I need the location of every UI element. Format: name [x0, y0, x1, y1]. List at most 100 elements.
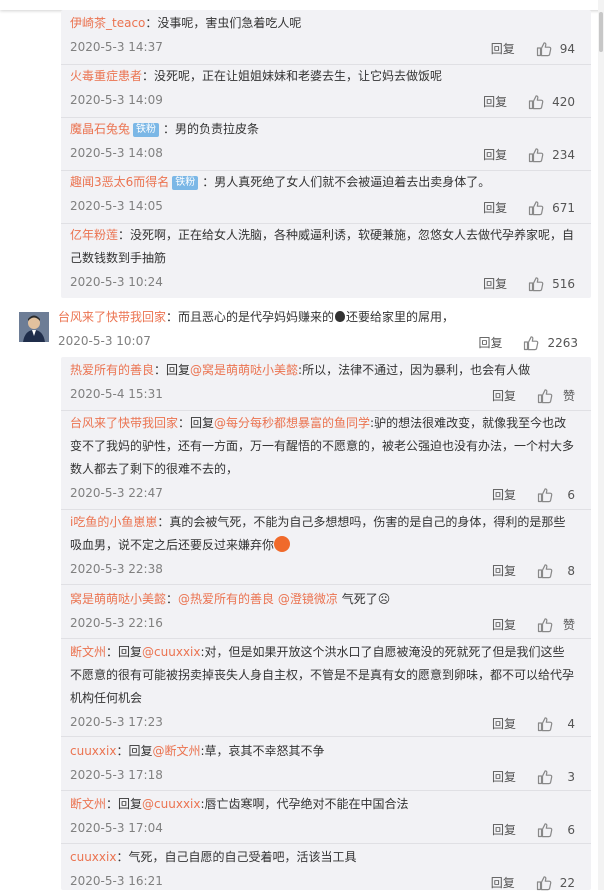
like-button[interactable]: 6 [537, 487, 575, 503]
reply-text: :唇亡齿寒啊，代孕绝对不能在中国合法 [200, 797, 409, 811]
like-count: 6 [567, 487, 575, 502]
reply-prefix: ： [166, 592, 179, 606]
like-button[interactable]: 3 [537, 769, 575, 785]
like-button[interactable]: 234 [528, 147, 575, 163]
reply-button[interactable]: 回复 [483, 199, 507, 216]
like-count: 3 [567, 769, 575, 784]
thumbs-up-icon [528, 94, 544, 110]
reply-item: 热爱所有的善良：回复@窝是萌萌哒小美懿:所以，法律不通过，因为暴利，也会有人做 … [70, 359, 575, 405]
reply-item: 断文州：回复@cuuxxix:对，但是如果开放这个洪水口了自愿被淹没的死就死了但… [70, 641, 575, 733]
mention-link[interactable]: @cuuxxix [142, 645, 200, 659]
reply-prefix: ：回复 [116, 744, 153, 758]
mention-link[interactable]: @cuuxxix [142, 797, 200, 811]
reply-button[interactable]: 回复 [491, 874, 515, 891]
reply-item: 魔晶石兔兔 铁粉 ：男的负责拉皮条 2020-5-3 14:08 回复 234 [70, 118, 575, 164]
reply-item: 窝是萌萌哒小美懿：@热爱所有的善良 @澄镜微凉 气死了☹ 2020-5-3 22… [70, 588, 575, 634]
reply-button[interactable]: 回复 [492, 768, 516, 785]
username-link[interactable]: cuuxxix [70, 850, 116, 864]
reply-item: 伊崎茶_teaco：没事呢，害虫们急着吃人呢 2020-5-3 14:37 回复… [70, 12, 575, 58]
thumbs-up-icon [537, 487, 553, 503]
like-button[interactable]: 22 [536, 875, 575, 891]
divider [61, 410, 591, 411]
reply-text: ：没事呢，害虫们急着吃人呢 [145, 16, 302, 30]
like-count: 8 [567, 563, 575, 578]
thumbs-up-icon [537, 769, 553, 785]
username-link[interactable]: 亿年粉莲 [70, 228, 118, 242]
username-link[interactable]: 断文州 [70, 797, 106, 811]
username-link[interactable]: 趣闻3恶太6而得名 [70, 175, 169, 189]
like-count: 22 [559, 875, 575, 890]
reply-text: 气死了☹ [337, 592, 391, 606]
divider [61, 638, 591, 639]
timestamp: 2020-5-3 16:21 [70, 874, 163, 888]
reply-prefix: ：回复 [106, 645, 143, 659]
reply-button[interactable]: 回复 [492, 562, 516, 579]
like-count: 2263 [547, 335, 578, 350]
username-link[interactable]: 魔晶石兔兔 [70, 122, 130, 136]
thumbs-up-icon [528, 147, 544, 163]
timestamp: 2020-5-3 22:38 [70, 562, 163, 576]
mention-link[interactable]: @热爱所有的善良 [178, 592, 274, 606]
reply-button[interactable]: 回复 [483, 93, 507, 110]
mention-link[interactable]: @断文州 [152, 744, 200, 758]
like-button[interactable]: 赞 [537, 387, 575, 404]
username-link[interactable]: i吃鱼的小鱼崽崽 [70, 515, 157, 529]
avatar[interactable] [19, 312, 49, 342]
like-button[interactable]: 94 [536, 41, 575, 57]
like-button[interactable]: 8 [537, 563, 575, 579]
thumbs-up-icon [523, 335, 539, 351]
reply-prefix: ：回复 [106, 797, 143, 811]
like-button[interactable]: 4 [537, 716, 575, 732]
divider [61, 736, 591, 737]
reply-button[interactable]: 回复 [491, 40, 515, 57]
angry-emoji-icon [274, 536, 291, 552]
divider [61, 584, 591, 585]
top-bar [0, 0, 604, 10]
timestamp: 2020-5-3 22:47 [70, 486, 163, 500]
reply-prefix: ：回复 [178, 416, 215, 430]
username-link[interactable]: 台风来了快带我回家 [58, 310, 166, 324]
like-button[interactable]: 420 [528, 94, 575, 110]
scrollbar-thumb[interactable] [599, 12, 603, 52]
reply-button[interactable]: 回复 [483, 275, 507, 292]
username-link[interactable]: 窝是萌萌哒小美懿 [70, 592, 166, 606]
reply-prefix: ：回复 [154, 363, 191, 377]
money-bag-icon [335, 311, 346, 322]
like-button[interactable]: 6 [537, 822, 575, 838]
reply-text: :草，哀其不幸怒其不争 [200, 744, 325, 758]
reply-item: 火毒重症患者：没死呢，正在让姐姐妹妹和老婆去生，让它妈去做饭呢 2020-5-3… [70, 65, 575, 111]
reply-text: ：没死啊，正在给女人洗脑，各种威逼利诱，软硬兼施，忽悠女人去做代孕养家呢，自己数… [70, 228, 575, 265]
like-button[interactable]: 671 [528, 200, 575, 216]
reply-button[interactable]: 回复 [492, 715, 516, 732]
reply-button[interactable]: 回复 [478, 334, 502, 351]
thumbs-up-icon [537, 563, 553, 579]
username-link[interactable]: 热爱所有的善良 [70, 363, 154, 377]
reply-item: 亿年粉莲：没死啊，正在给女人洗脑，各种威逼利诱，软硬兼施，忽悠女人去做代孕养家呢… [70, 224, 575, 293]
reply-item: i吃鱼的小鱼崽崽：真的会被气死，不能为自己多想想吗，伤害的是自己的身体，得利的是… [70, 511, 575, 580]
reply-button[interactable]: 回复 [492, 486, 516, 503]
scrollbar[interactable] [598, 0, 604, 890]
like-button[interactable]: 赞 [537, 616, 575, 633]
timestamp: 2020-5-3 22:16 [70, 616, 163, 630]
like-button[interactable]: 516 [528, 276, 575, 292]
reply-text: :所以，法律不通过，因为暴利，也会有人做 [298, 363, 531, 377]
like-button[interactable]: 2263 [523, 335, 578, 351]
username-link[interactable]: 台风来了快带我回家 [70, 416, 178, 430]
username-link[interactable]: cuuxxix [70, 744, 116, 758]
mention-link[interactable]: @每分每秒都想暴富的鱼同学 [214, 416, 370, 430]
reply-text: ：气死，自己自愿的自己受着吧，活该当工具 [116, 850, 357, 864]
username-link[interactable]: 伊崎茶_teaco [70, 16, 145, 30]
reply-text: ：男人真死绝了女人们就不会被逼迫着去出卖身体了。 [202, 175, 491, 189]
reply-button[interactable]: 回复 [492, 387, 516, 404]
thumbs-up-icon [537, 716, 553, 732]
username-link[interactable]: 断文州 [70, 645, 106, 659]
like-count: 420 [552, 94, 575, 109]
timestamp: 2020-5-4 15:31 [70, 387, 163, 401]
reply-button[interactable]: 回复 [492, 821, 516, 838]
reply-button[interactable]: 回复 [483, 146, 507, 163]
mention-link[interactable]: @窝是萌萌哒小美懿 [190, 363, 298, 377]
username-link[interactable]: 火毒重症患者 [70, 69, 142, 83]
reply-text: ：没死呢，正在让姐姐妹妹和老婆去生，让它妈去做饭呢 [142, 69, 443, 83]
reply-button[interactable]: 回复 [492, 616, 516, 633]
mention-link-2[interactable]: @澄镜微凉 [278, 592, 338, 606]
